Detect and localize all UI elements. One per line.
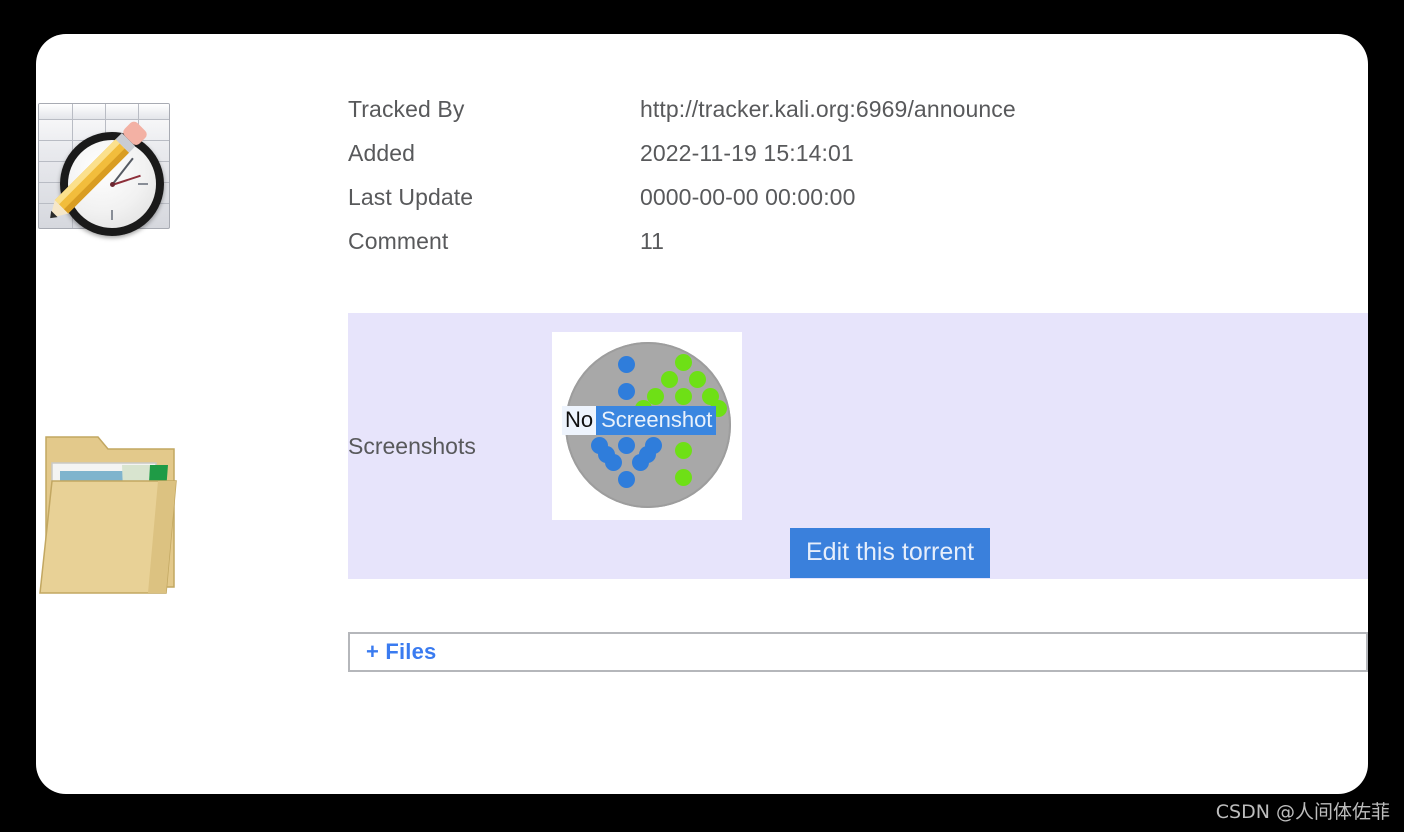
field-value-comment: 11 [640,228,665,254]
torrent-detail-card: Tracked By http://tracker.kali.org:6969/… [36,34,1368,794]
screenshot-root: Tracked By http://tracker.kali.org:6969/… [0,0,1404,832]
screenshots-label: Screenshots [348,433,476,459]
clock-face [60,132,164,236]
open-folder-documents-icon [38,419,186,599]
field-label-last-update: Last Update [348,184,474,210]
field-value-tracked-by: http://tracker.kali.org:6969/announce [640,96,1016,122]
table-row: Tracked By http://tracker.kali.org:6969/… [348,96,1348,140]
field-value-last-update: 0000-00-00 00:00:00 [640,184,856,210]
edit-this-torrent-link[interactable]: Edit this torrent [790,528,991,578]
no-screenshot-thumbnail[interactable]: No Screenshot [552,332,742,520]
field-label-comment: Comment [348,228,449,254]
torrent-detail-fields: Tracked By http://tracker.kali.org:6969/… [348,96,1348,272]
alt-text-word-screenshot: Screenshot [596,406,717,435]
alt-text-word-no: No [562,406,597,435]
table-row: Added 2022-11-19 15:14:01 [348,140,1348,184]
no-screenshot-alt-text: No Screenshot [562,406,717,435]
field-label-tracked-by: Tracked By [348,96,465,122]
field-label-added: Added [348,140,416,166]
screenshot-thumbnail-wrapper: No Screenshot Edit this torrent [552,332,991,578]
icon-column [36,34,348,794]
files-toggle-link[interactable]: + Files [366,639,437,665]
table-row: Last Update 0000-00-00 00:00:00 [348,184,1348,228]
files-section-box[interactable]: + Files [348,632,1368,672]
screenshots-row: Screenshots No Screenshot Edit this torr… [348,313,1368,579]
table-row: Comment 11 [348,228,1348,272]
field-value-added: 2022-11-19 15:14:01 [640,140,854,166]
csdn-watermark: CSDN @人间体佐菲 [1215,801,1390,823]
schedule-pencil-clock-icon [38,99,188,244]
